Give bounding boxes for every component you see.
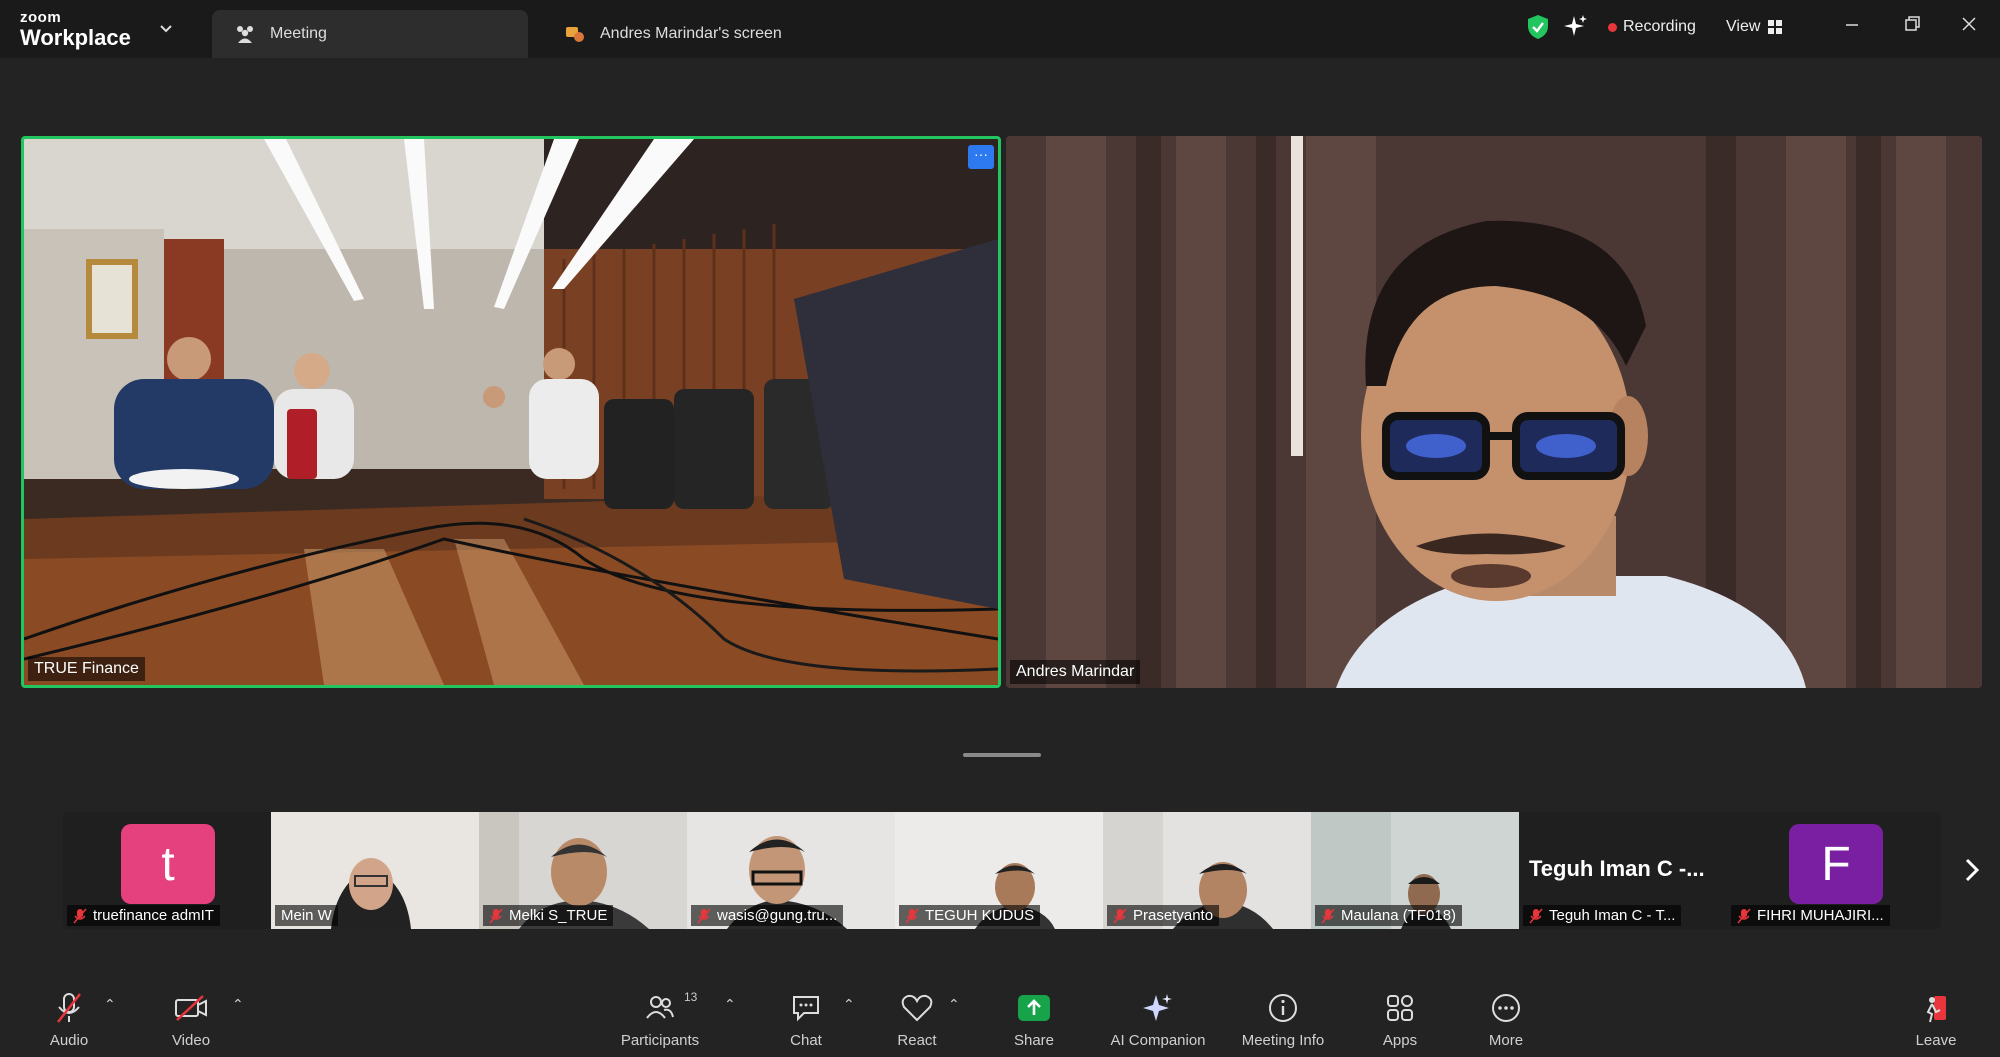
video-name-tag: TRUE Finance bbox=[28, 657, 145, 681]
react-button[interactable]: React bbox=[896, 980, 938, 1057]
chat-options-caret[interactable]: ⌃ bbox=[843, 996, 855, 1013]
participant-thumb[interactable]: t truefinance admIT bbox=[63, 812, 271, 929]
video-tile-andres-marindar[interactable]: Andres Marindar bbox=[1006, 136, 1982, 688]
recording-label: Recording bbox=[1623, 18, 1696, 35]
chat-icon bbox=[786, 988, 826, 1028]
close-icon[interactable] bbox=[1955, 14, 1983, 42]
participant-name-tag: Mein W bbox=[275, 905, 338, 926]
restore-icon[interactable] bbox=[1898, 14, 1926, 42]
participant-name-tag: Melki S_TRUE bbox=[483, 905, 614, 926]
mic-muted-icon bbox=[49, 988, 89, 1028]
participant-filmstrip: t truefinance admIT Mein W Melki S_TRUE bbox=[63, 812, 1941, 929]
conference-room-video bbox=[24, 139, 998, 685]
video-off-icon bbox=[171, 988, 211, 1028]
meeting-info-label: Meeting Info bbox=[1241, 1032, 1325, 1049]
mic-muted-icon bbox=[1529, 908, 1543, 923]
view-button[interactable]: View bbox=[1726, 18, 1783, 36]
share-screen-icon bbox=[1014, 988, 1054, 1028]
participant-thumb[interactable]: Mein W bbox=[271, 812, 479, 929]
info-icon bbox=[1263, 988, 1303, 1028]
tab-shared-screen[interactable]: Andres Marindar's screen bbox=[542, 10, 862, 58]
ai-companion-label: AI Companion bbox=[1110, 1032, 1206, 1049]
participants-options-caret[interactable]: ⌃ bbox=[724, 996, 736, 1013]
meeting-toolbar: Audio ⌃ Video ⌃ Participants 13 ⌃ Chat ⌃… bbox=[0, 980, 2000, 1057]
video-tile-true-finance[interactable]: ··· TRUE Finance bbox=[21, 136, 1001, 688]
participant-thumb[interactable]: Maulana (TF018) bbox=[1311, 812, 1519, 929]
participants-count: 13 bbox=[684, 990, 698, 1004]
leave-icon bbox=[1916, 988, 1956, 1028]
participant-thumb[interactable]: F FIHRI MUHAJIRI... bbox=[1727, 812, 1941, 929]
apps-icon bbox=[1380, 988, 1420, 1028]
minimize-icon[interactable] bbox=[1838, 14, 1866, 42]
participant-name-tag: FIHRI MUHAJIRI... bbox=[1731, 905, 1890, 926]
view-label: View bbox=[1726, 18, 1761, 35]
participant-name-tag: TEGUH KUDUS bbox=[899, 905, 1041, 926]
audio-label: Audio bbox=[49, 1032, 89, 1049]
participant-thumb[interactable]: Teguh Iman C -... Teguh Iman C - T... bbox=[1519, 812, 1727, 929]
share-screen-icon bbox=[564, 23, 586, 45]
heart-icon bbox=[897, 988, 937, 1028]
react-options-caret[interactable]: ⌃ bbox=[948, 996, 960, 1013]
ai-sparkle-icon bbox=[1138, 988, 1178, 1028]
more-label: More bbox=[1488, 1032, 1524, 1049]
more-options-icon[interactable]: ··· bbox=[968, 145, 994, 169]
react-label: React bbox=[897, 1032, 937, 1049]
ai-companion-button[interactable]: AI Companion bbox=[1108, 980, 1208, 1057]
audio-options-caret[interactable]: ⌃ bbox=[104, 996, 116, 1013]
avatar: F bbox=[1789, 824, 1883, 904]
chat-label: Chat bbox=[790, 1032, 822, 1049]
audio-button[interactable]: Audio bbox=[44, 980, 94, 1057]
chevron-down-icon[interactable] bbox=[158, 20, 174, 36]
mic-muted-icon bbox=[1737, 908, 1751, 923]
participants-icon bbox=[640, 988, 680, 1028]
avatar: t bbox=[121, 824, 215, 904]
mic-muted-icon bbox=[1113, 908, 1127, 923]
chevron-right-icon[interactable] bbox=[1962, 856, 1986, 886]
participant-name-tag: truefinance admIT bbox=[67, 905, 220, 926]
speaker-video bbox=[1006, 136, 1982, 688]
mic-muted-icon bbox=[73, 908, 87, 923]
participant-name-tag: Teguh Iman C - T... bbox=[1523, 905, 1682, 926]
participant-thumb[interactable]: Prasetyanto bbox=[1103, 812, 1311, 929]
participant-display-title: Teguh Iman C -... bbox=[1529, 856, 1705, 881]
mic-muted-icon bbox=[905, 908, 919, 923]
share-label: Share bbox=[1013, 1032, 1055, 1049]
tab-label: Meeting bbox=[270, 25, 327, 42]
participant-name-tag: Maulana (TF018) bbox=[1315, 905, 1463, 926]
shield-icon[interactable] bbox=[1527, 14, 1549, 40]
apps-label: Apps bbox=[1382, 1032, 1418, 1049]
recording-indicator[interactable]: Recording bbox=[1608, 18, 1696, 36]
meeting-info-button[interactable]: Meeting Info bbox=[1236, 980, 1330, 1057]
mic-muted-icon bbox=[1321, 908, 1335, 923]
chat-button[interactable]: Chat bbox=[786, 980, 826, 1057]
video-name-tag: Andres Marindar bbox=[1010, 660, 1141, 684]
ai-sparkle-icon[interactable] bbox=[1564, 14, 1588, 38]
leave-label: Leave bbox=[1915, 1032, 1957, 1049]
participant-thumb[interactable]: Melki S_TRUE bbox=[479, 812, 687, 929]
video-options-caret[interactable]: ⌃ bbox=[232, 996, 244, 1013]
record-dot-icon bbox=[1608, 22, 1617, 32]
participant-name-tag: Prasetyanto bbox=[1107, 905, 1220, 926]
participant-thumb[interactable]: TEGUH KUDUS bbox=[895, 812, 1103, 929]
more-icon bbox=[1486, 988, 1526, 1028]
share-button[interactable]: Share bbox=[1012, 980, 1056, 1057]
more-button[interactable]: More bbox=[1484, 980, 1528, 1057]
participant-thumb[interactable]: wasis@gung.tru... bbox=[687, 812, 895, 929]
video-button[interactable]: Video bbox=[166, 980, 216, 1057]
tab-meeting[interactable]: Meeting bbox=[212, 10, 528, 58]
leave-button[interactable]: Leave bbox=[1914, 980, 1958, 1057]
mic-muted-icon bbox=[489, 908, 503, 923]
apps-button[interactable]: Apps bbox=[1380, 980, 1420, 1057]
participant-name-tag: wasis@gung.tru... bbox=[691, 905, 844, 926]
tab-label: Andres Marindar's screen bbox=[600, 25, 782, 42]
video-label: Video bbox=[171, 1032, 211, 1049]
mic-muted-icon bbox=[697, 908, 711, 923]
title-bar: zoom Workplace Meeting Andres Marindar's… bbox=[0, 0, 2000, 58]
grid-icon bbox=[1768, 20, 1783, 34]
participants-label: Participants bbox=[620, 1032, 700, 1049]
meeting-icon bbox=[234, 23, 256, 45]
resize-handle[interactable] bbox=[963, 753, 1041, 757]
